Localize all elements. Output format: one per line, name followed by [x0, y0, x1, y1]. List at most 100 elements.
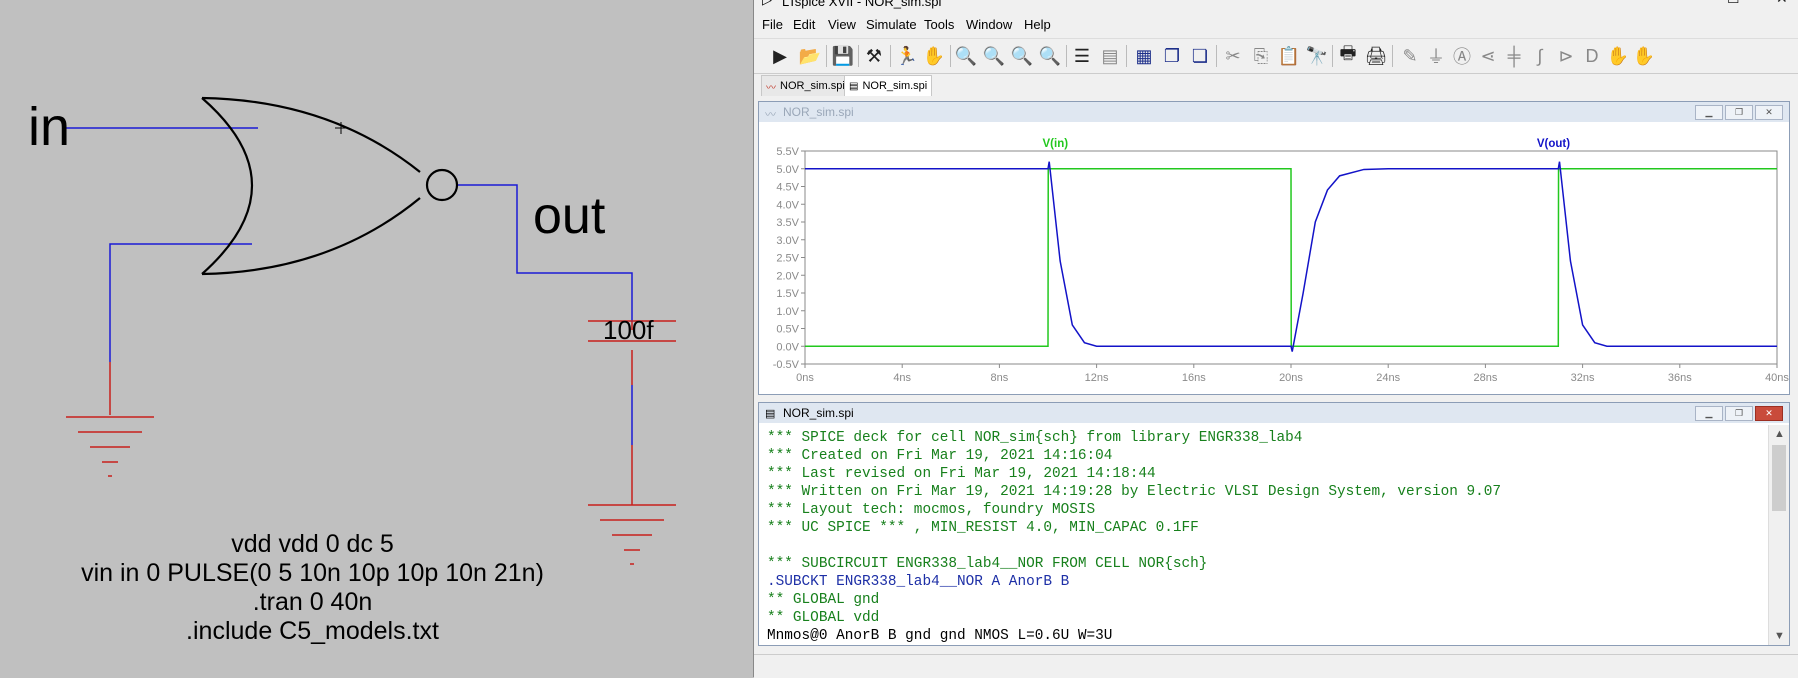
inductor-icon[interactable]: ∫: [1528, 44, 1552, 68]
minimize-icon[interactable]: ▁: [1695, 105, 1723, 120]
netlist-line[interactable]: ** GLOBAL gnd: [767, 591, 1765, 609]
scroll-up-icon[interactable]: ▲: [1774, 428, 1785, 440]
scroll-thumb[interactable]: [1772, 445, 1786, 511]
paste-icon[interactable]: 📋: [1277, 44, 1301, 68]
run-walk-icon[interactable]: 🏃: [895, 44, 919, 68]
directive-vin[interactable]: vin in 0 PULSE(0 5 10n 10p 10p 10n 21n): [0, 559, 625, 588]
scroll-down-icon[interactable]: ▼: [1774, 630, 1785, 642]
run-icon[interactable]: ▶: [768, 44, 792, 68]
close-icon[interactable]: ✕: [1755, 406, 1783, 421]
print-icon[interactable]: 🖶: [1336, 43, 1360, 68]
trace-label: V(out): [1537, 138, 1570, 150]
netlist-icon: ▤: [765, 408, 776, 420]
netlist-line[interactable]: *** Created on Fri Mar 19, 2021 14:16:04: [767, 447, 1765, 465]
move-icon[interactable]: ✋: [1606, 44, 1630, 68]
netlist-line[interactable]: *** Written on Fri Mar 19, 2021 14:19:28…: [767, 483, 1765, 501]
zoom-area-icon[interactable]: 🔍: [982, 44, 1006, 68]
zoom-out-icon[interactable]: 🔍: [1010, 44, 1034, 68]
netlist-line[interactable]: *** Layout tech: mocmos, foundry MOSIS: [767, 501, 1765, 519]
netlist-line[interactable]: ** GLOBAL vdd: [767, 609, 1765, 627]
toolbar: ▶ 📂 💾 ⚒ 🏃 ✋ 🔍 🔍 🔍 🔍 ☰ ▤ ▦ ❐ ❏ ✂ ⎘ 📋 🔭 🖶 …: [754, 38, 1798, 74]
cascade-icon[interactable]: ❐: [1160, 44, 1184, 68]
y-tick-label: 0.0V: [776, 341, 799, 353]
close-icon[interactable]: ✕: [1776, 0, 1788, 7]
find-icon[interactable]: 🔭: [1305, 44, 1329, 68]
schematic-canvas[interactable]: in out 100f vdd vdd 0 dc 5 vin in 0 PULS…: [0, 0, 748, 677]
zoom-in-icon[interactable]: 🔍: [954, 44, 978, 68]
window-title: LTspice XVII - NOR_sim.spi: [782, 0, 942, 9]
menu-view[interactable]: View: [828, 17, 856, 32]
netlist-line[interactable]: *** Last revised on Fri Mar 19, 2021 14:…: [767, 465, 1765, 483]
waveform-window-titlebar[interactable]: 〰 NOR_sim.spi ▁ ❐ ✕: [759, 102, 1789, 122]
restore-icon[interactable]: ❐: [1725, 406, 1753, 421]
minimize-icon[interactable]: ▁: [1695, 406, 1723, 421]
close-icon[interactable]: ✕: [1755, 105, 1783, 120]
menu-edit[interactable]: Edit: [793, 17, 815, 32]
cut-icon[interactable]: ✂: [1221, 44, 1245, 68]
netlist-window[interactable]: ▤ NOR_sim.spi ▁ ❐ ✕ *** SPICE deck for c…: [758, 402, 1790, 646]
directive-tran[interactable]: .tran 0 40n: [0, 588, 625, 617]
x-tick-label: 0ns: [796, 372, 814, 384]
menu-simulate[interactable]: Simulate: [866, 17, 917, 32]
netlist-line[interactable]: *** UC SPICE *** , MIN_RESIST 4.0, MIN_C…: [767, 519, 1765, 537]
pan-hand-icon[interactable]: ✋: [922, 44, 946, 68]
component-icon[interactable]: D: [1580, 44, 1604, 68]
netlist-line[interactable]: .SUBCKT ENGR338_lab4__NOR A AnorB B: [767, 573, 1765, 591]
menu-tools[interactable]: Tools: [924, 17, 954, 32]
zoom-fit-icon[interactable]: 🔍: [1038, 44, 1062, 68]
app-icon: ▷: [762, 0, 772, 8]
copy-icon[interactable]: ⎘: [1249, 44, 1273, 68]
vertical-scrollbar[interactable]: ▲ ▼: [1768, 425, 1789, 645]
maximize-icon[interactable]: ☐: [1727, 0, 1740, 7]
netlist-window-title: NOR_sim.spi: [783, 406, 854, 420]
x-tick-label: 32ns: [1571, 372, 1595, 384]
waveform-plot[interactable]: 5.5V 5.0V 4.5V 4.0V 3.5V 3.0V 2.5V 2.0V 1.5V 1.0V…: [759, 123, 1789, 393]
capacitor-value-label: 100f: [603, 315, 654, 345]
netlist-line[interactable]: *** SPICE deck for cell NOR_sim{sch} fro…: [767, 429, 1765, 447]
x-tick-label: 24ns: [1376, 372, 1400, 384]
capacitor-icon[interactable]: ╪: [1502, 44, 1526, 68]
y-tick-label: 1.5V: [776, 288, 799, 300]
draw-wire-icon[interactable]: ✎: [1398, 44, 1422, 68]
title-bar: ▷ LTspice XVII - NOR_sim.spi — ☐ ✕: [754, 0, 1798, 10]
netlist-window-titlebar[interactable]: ▤ NOR_sim.spi ▁ ❐ ✕: [759, 403, 1789, 423]
tab-label: NOR_sim.spi: [780, 80, 845, 92]
control-panel-icon[interactable]: ⚒: [862, 44, 886, 68]
y-tick-label: 2.5V: [776, 253, 799, 265]
wires: [62, 127, 633, 445]
directive-vdd[interactable]: vdd vdd 0 dc 5: [0, 530, 625, 559]
y-tick-label: 2.0V: [776, 270, 799, 282]
x-tick-label: 4ns: [893, 372, 911, 384]
netlist-line[interactable]: [767, 537, 1765, 555]
ground-icon[interactable]: ⏚: [1424, 44, 1448, 68]
netlist-text[interactable]: *** SPICE deck for cell NOR_sim{sch} fro…: [767, 429, 1765, 645]
autorange-icon[interactable]: ☰: [1070, 44, 1094, 68]
drag-icon[interactable]: ✋: [1632, 44, 1656, 68]
directive-include[interactable]: .include C5_models.txt: [0, 617, 625, 646]
menu-file[interactable]: File: [762, 17, 783, 32]
restore-icon[interactable]: ❐: [1725, 105, 1753, 120]
open-icon[interactable]: 📂: [798, 44, 822, 68]
wire-b: [109, 243, 252, 362]
y-tick-label: 4.5V: [776, 182, 799, 194]
y-tick-label: 5.5V: [776, 146, 799, 158]
menu-help[interactable]: Help: [1024, 17, 1051, 32]
diode-icon[interactable]: ⊳: [1554, 44, 1578, 68]
spice-directives[interactable]: vdd vdd 0 dc 5 vin in 0 PULSE(0 5 10n 10…: [0, 530, 625, 646]
save-icon[interactable]: 💾: [831, 44, 855, 68]
resistor-icon[interactable]: ⋖: [1476, 44, 1500, 68]
label-net-icon[interactable]: Ⓐ: [1450, 44, 1474, 68]
netlist-line[interactable]: *** SUBCIRCUIT ENGR338_lab4__NOR FROM CE…: [767, 555, 1765, 573]
print-setup-icon[interactable]: 🖨: [1364, 44, 1388, 68]
netlist-line[interactable]: Mnmos@0 AnorB B gnd gnd NMOS L=0.6U W=3U: [767, 627, 1765, 645]
fft-icon[interactable]: ▤: [1098, 44, 1122, 68]
tab-waveform[interactable]: 〰 NOR_sim.spi: [761, 75, 850, 96]
waveform-window[interactable]: 〰 NOR_sim.spi ▁ ❐ ✕ 5.5V 5.0V 4.5V 4.0V 3.5V…: [758, 101, 1790, 395]
menu-window[interactable]: Window: [966, 17, 1012, 32]
tab-netlist[interactable]: ▤ NOR_sim.spi: [844, 75, 933, 96]
tile-horizontal-icon[interactable]: ▦: [1132, 44, 1156, 68]
minimize-icon[interactable]: —: [1679, 0, 1693, 6]
waveform-window-title: NOR_sim.spi: [783, 105, 854, 119]
x-tick-label: 28ns: [1473, 372, 1497, 384]
tile-vertical-icon[interactable]: ❏: [1188, 44, 1212, 68]
